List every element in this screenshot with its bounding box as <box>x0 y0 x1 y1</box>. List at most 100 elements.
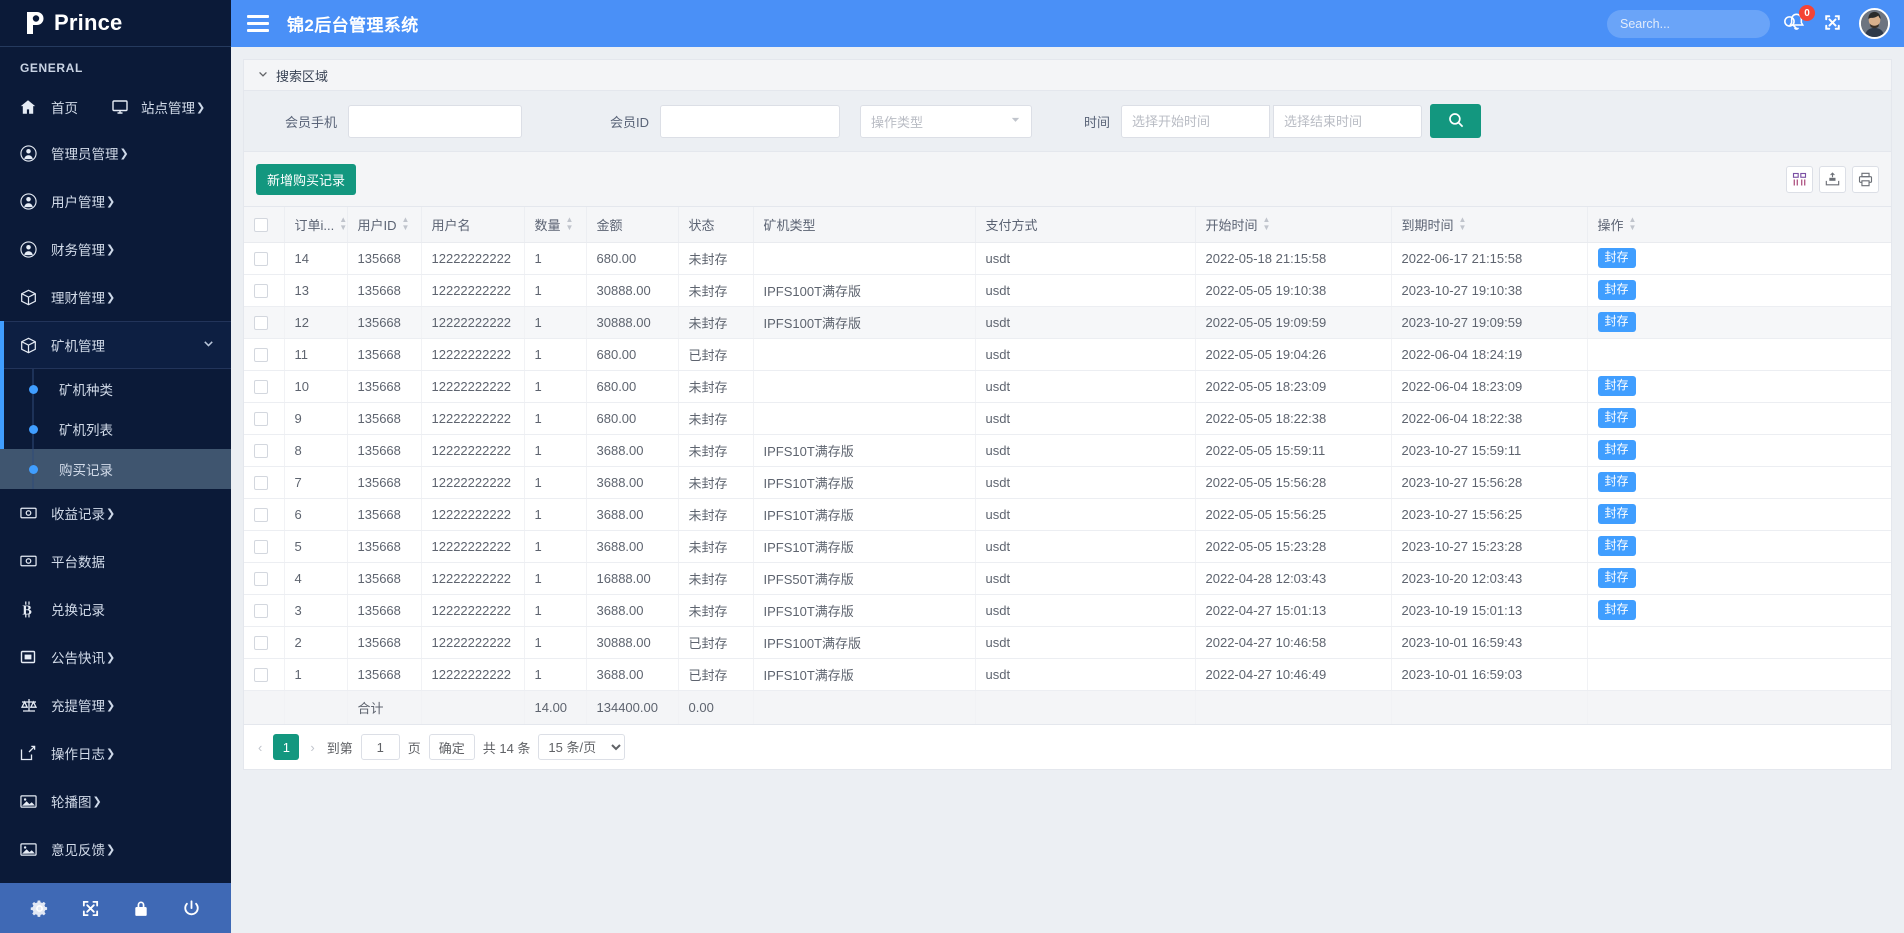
table-row[interactable]: 10135668122222222221680.00未封存usdt2022-05… <box>244 370 1891 402</box>
next-page-button[interactable]: › <box>306 740 318 755</box>
goto-page-input[interactable] <box>361 734 400 760</box>
select-all-checkbox[interactable] <box>254 218 268 232</box>
fullscreen-icon[interactable] <box>81 899 100 918</box>
row-checkbox[interactable] <box>254 284 268 298</box>
row-select-checkbox[interactable] <box>244 594 284 626</box>
brand[interactable]: Prince <box>0 0 231 47</box>
sidebar-item-admin-management[interactable]: 管理员管理 ❯ <box>0 129 231 177</box>
cell-action[interactable]: 封存 <box>1587 402 1891 434</box>
table-row[interactable]: 81356681222222222213688.00未封存IPFS10T满存版u… <box>244 434 1891 466</box>
sidebar-item-announcements[interactable]: 公告快讯 ❯ <box>0 633 231 681</box>
column-expire-time[interactable]: 到期时间▲▼ <box>1391 207 1587 242</box>
column-user-id[interactable]: 用户ID▲▼ <box>347 207 421 242</box>
sidebar-subitem-miner-list[interactable]: 矿机列表 <box>0 409 231 449</box>
sort-icon[interactable]: ▲▼ <box>1629 217 1637 231</box>
prev-page-button[interactable]: ‹ <box>254 740 266 755</box>
export-icon[interactable] <box>1819 166 1846 193</box>
seal-button[interactable]: 封存 <box>1598 312 1636 331</box>
table-row[interactable]: 9135668122222222221680.00未封存usdt2022-05-… <box>244 402 1891 434</box>
cell-action[interactable]: 封存 <box>1587 594 1891 626</box>
column-start-time[interactable]: 开始时间▲▼ <box>1195 207 1391 242</box>
table-row[interactable]: 11135668122222222221680.00已封存usdt2022-05… <box>244 338 1891 370</box>
cell-action[interactable]: 封存 <box>1587 274 1891 306</box>
column-quantity[interactable]: 数量▲▼ <box>524 207 586 242</box>
cell-action[interactable]: 封存 <box>1587 306 1891 338</box>
sort-icon[interactable]: ▲▼ <box>566 217 574 231</box>
fullscreen-icon[interactable] <box>1823 13 1842 35</box>
row-select-checkbox[interactable] <box>244 530 284 562</box>
gear-icon[interactable] <box>30 899 49 918</box>
row-select-checkbox[interactable] <box>244 402 284 434</box>
columns-icon[interactable] <box>1786 166 1813 193</box>
sidebar-item-deposit-withdraw[interactable]: 充提管理 ❯ <box>0 681 231 729</box>
power-icon[interactable] <box>182 899 201 918</box>
table-row[interactable]: 31356681222222222213688.00未封存IPFS10T满存版u… <box>244 594 1891 626</box>
table-row[interactable]: 71356681222222222213688.00未封存IPFS10T满存版u… <box>244 466 1891 498</box>
sort-icon[interactable]: ▲▼ <box>1263 217 1271 231</box>
table-row[interactable]: 1313566812222222222130888.00未封存IPFS100T满… <box>244 274 1891 306</box>
sidebar-item-home[interactable]: 首页 站点管理 ❯ <box>0 85 231 129</box>
add-purchase-record-button[interactable]: 新增购买记录 <box>256 164 356 195</box>
print-icon[interactable] <box>1852 166 1879 193</box>
start-time-input[interactable] <box>1121 105 1270 138</box>
search-input[interactable] <box>1618 16 1783 32</box>
row-select-checkbox[interactable] <box>244 242 284 274</box>
row-select-checkbox[interactable] <box>244 306 284 338</box>
row-checkbox[interactable] <box>254 572 268 586</box>
cell-action[interactable]: 封存 <box>1587 434 1891 466</box>
cell-action[interactable]: 封存 <box>1587 370 1891 402</box>
cell-action[interactable] <box>1587 338 1891 370</box>
sidebar-subitem-miner-types[interactable]: 矿机种类 <box>0 369 231 409</box>
sidebar-item-finance-management[interactable]: 财务管理 ❯ <box>0 225 231 273</box>
seal-button[interactable]: 封存 <box>1598 536 1636 555</box>
sidebar-item-exchange-records[interactable]: B 兑换记录 <box>0 585 231 633</box>
row-checkbox[interactable] <box>254 540 268 554</box>
sidebar-item-wealth-management[interactable]: 理财管理 ❯ <box>0 273 231 321</box>
sidebar-item-income-records[interactable]: 收益记录 ❯ <box>0 489 231 537</box>
row-select-checkbox[interactable] <box>244 434 284 466</box>
row-checkbox[interactable] <box>254 380 268 394</box>
global-search[interactable] <box>1607 10 1770 38</box>
sidebar-item-site[interactable]: 站点管理 ❯ <box>112 97 205 117</box>
sidebar-item-feedback[interactable]: 意见反馈 ❯ <box>0 825 231 873</box>
end-time-input[interactable] <box>1273 105 1422 138</box>
seal-button[interactable]: 封存 <box>1598 600 1636 619</box>
member-phone-input[interactable] <box>348 105 522 138</box>
row-select-checkbox[interactable] <box>244 338 284 370</box>
lock-icon[interactable] <box>132 899 150 918</box>
search-submit-button[interactable] <box>1430 104 1481 138</box>
column-action[interactable]: 操作▲▼ <box>1587 207 1891 242</box>
sidebar-item-miner-management[interactable]: 矿机管理 <box>0 321 231 369</box>
sort-icon[interactable]: ▲▼ <box>1459 217 1467 231</box>
row-checkbox[interactable] <box>254 252 268 266</box>
search-panel-header[interactable]: 搜索区域 <box>244 60 1891 91</box>
table-row[interactable]: 413566812222222222116888.00未封存IPFS50T满存版… <box>244 562 1891 594</box>
row-checkbox[interactable] <box>254 668 268 682</box>
sidebar-item-carousel[interactable]: 轮播图 ❯ <box>0 777 231 825</box>
sidebar-subitem-purchase-records[interactable]: 购买记录 <box>0 449 231 489</box>
page-number-1[interactable]: 1 <box>273 734 299 760</box>
table-row[interactable]: 51356681222222222213688.00未封存IPFS10T满存版u… <box>244 530 1891 562</box>
seal-button[interactable]: 封存 <box>1598 408 1636 427</box>
seal-button[interactable]: 封存 <box>1598 568 1636 587</box>
column-order-id[interactable]: 订单i...▲▼ <box>284 207 347 242</box>
table-row[interactable]: 11356681222222222213688.00已封存IPFS10T满存版u… <box>244 658 1891 690</box>
goto-confirm-button[interactable]: 确定 <box>429 734 475 760</box>
cell-action[interactable]: 封存 <box>1587 466 1891 498</box>
cell-action[interactable] <box>1587 626 1891 658</box>
row-checkbox[interactable] <box>254 444 268 458</box>
table-row[interactable]: 213566812222222222130888.00已封存IPFS100T满存… <box>244 626 1891 658</box>
table-row[interactable]: 14135668122222222221680.00未封存usdt2022-05… <box>244 242 1891 274</box>
row-select-checkbox[interactable] <box>244 498 284 530</box>
row-select-checkbox[interactable] <box>244 626 284 658</box>
sidebar-item-platform-data[interactable]: 平台数据 <box>0 537 231 585</box>
seal-button[interactable]: 封存 <box>1598 280 1636 299</box>
seal-button[interactable]: 封存 <box>1598 440 1636 459</box>
member-id-input[interactable] <box>660 105 840 138</box>
row-checkbox[interactable] <box>254 316 268 330</box>
seal-button[interactable]: 封存 <box>1598 504 1636 523</box>
cell-action[interactable]: 封存 <box>1587 242 1891 274</box>
row-checkbox[interactable] <box>254 348 268 362</box>
cell-action[interactable]: 封存 <box>1587 562 1891 594</box>
sidebar-item-operation-logs[interactable]: 操作日志 ❯ <box>0 729 231 777</box>
